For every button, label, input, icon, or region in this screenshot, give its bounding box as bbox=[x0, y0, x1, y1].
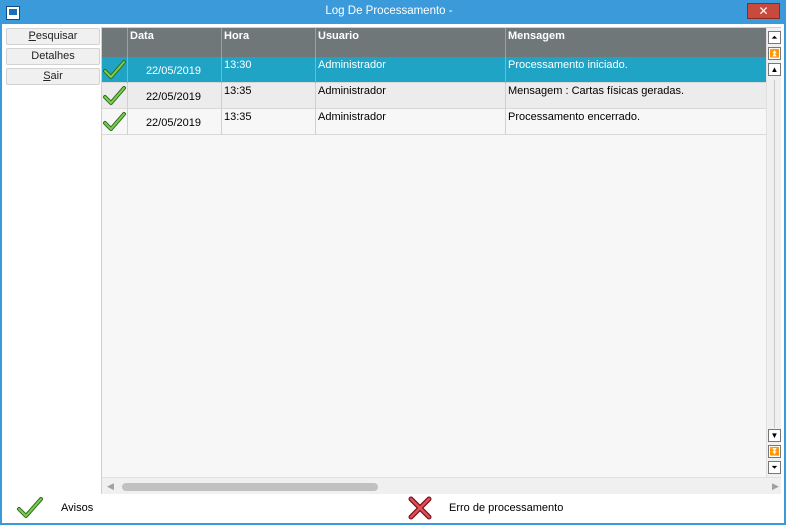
row-time: 13:35 bbox=[222, 83, 316, 109]
check-icon bbox=[16, 496, 44, 523]
x-icon bbox=[407, 496, 433, 523]
legend-warnings-label: Avisos bbox=[61, 502, 94, 514]
scroll-bottom-icon[interactable]: ⏷ bbox=[768, 461, 781, 474]
row-user: Administrador bbox=[316, 109, 506, 135]
vertical-scroll-track[interactable] bbox=[774, 80, 775, 428]
search-button[interactable]: Pesquisar bbox=[6, 28, 100, 45]
details-button[interactable]: Detalhes bbox=[6, 48, 100, 65]
row-message: Processamento iniciado. bbox=[508, 59, 628, 71]
legend-error-label: Erro de processamento bbox=[449, 502, 564, 514]
column-header-status[interactable] bbox=[102, 28, 128, 57]
grid-header: Data Hora Usuario Mensagem bbox=[102, 28, 766, 57]
scroll-left-icon[interactable]: ◀ bbox=[107, 481, 114, 492]
sidebar: Pesquisar Detalhes Sair bbox=[2, 24, 100, 494]
title-bar[interactable]: Log De Processamento - ✕ bbox=[0, 0, 786, 24]
row-user: Administrador bbox=[316, 83, 506, 109]
legend-bar: Avisos Erro de processamento bbox=[2, 494, 784, 523]
scroll-page-down-icon[interactable]: ⏬ bbox=[768, 445, 781, 458]
row-date: 22/05/2019 bbox=[128, 57, 222, 83]
window-title: Log De Processamento - bbox=[325, 5, 453, 17]
row-date: 22/05/2019 bbox=[128, 109, 222, 135]
scroll-right-icon[interactable]: ▶ bbox=[772, 481, 779, 492]
scroll-top-icon[interactable]: ⏶ bbox=[768, 31, 781, 44]
scroll-page-up-icon[interactable]: ⏫ bbox=[768, 47, 781, 60]
table-row[interactable]: 22/05/2019 13:35 Administrador Processam… bbox=[102, 109, 766, 135]
search-button-label: esquisar bbox=[35, 30, 78, 42]
column-header-date[interactable]: Data bbox=[128, 28, 222, 57]
column-header-user[interactable]: Usuario bbox=[316, 28, 506, 57]
row-message: Processamento encerrado. bbox=[508, 111, 641, 123]
check-icon bbox=[102, 109, 128, 135]
check-icon bbox=[102, 83, 128, 109]
table-row[interactable]: 22/05/2019 13:35 Administrador Mensagem … bbox=[102, 83, 766, 109]
check-icon bbox=[102, 57, 128, 83]
row-date: 22/05/2019 bbox=[128, 83, 222, 109]
log-grid[interactable]: Data Hora Usuario Mensagem 22/05/2019 13… bbox=[101, 27, 781, 494]
window: Log De Processamento - ✕ Pesquisar Detal… bbox=[0, 0, 786, 525]
search-button-accel: P bbox=[28, 30, 36, 42]
scroll-up-icon[interactable]: ▲ bbox=[768, 63, 781, 76]
column-header-time[interactable]: Hora bbox=[222, 28, 316, 57]
table-row[interactable]: 22/05/2019 13:30 Administrador Processam… bbox=[102, 57, 766, 83]
exit-button-accel: S bbox=[43, 70, 51, 82]
exit-button[interactable]: Sair bbox=[6, 68, 100, 85]
row-message: Mensagem : Cartas físicas geradas. bbox=[508, 85, 685, 97]
scroll-down-icon[interactable]: ▼ bbox=[768, 429, 781, 442]
row-time: 13:35 bbox=[222, 109, 316, 135]
exit-button-label: air bbox=[50, 70, 63, 82]
vertical-scrollbar[interactable]: ⏶ ⏫ ▲ ▼ ⏬ ⏷ bbox=[766, 28, 781, 477]
row-time: 13:30 bbox=[222, 57, 316, 83]
column-header-message[interactable]: Mensagem bbox=[506, 28, 766, 57]
horizontal-scroll-thumb[interactable] bbox=[122, 483, 378, 491]
client-area: Pesquisar Detalhes Sair Data Hora Usuari… bbox=[2, 24, 784, 523]
horizontal-scrollbar[interactable]: ◀ ▶ bbox=[102, 477, 781, 494]
close-button[interactable]: ✕ bbox=[747, 3, 780, 19]
row-user: Administrador bbox=[316, 57, 506, 83]
